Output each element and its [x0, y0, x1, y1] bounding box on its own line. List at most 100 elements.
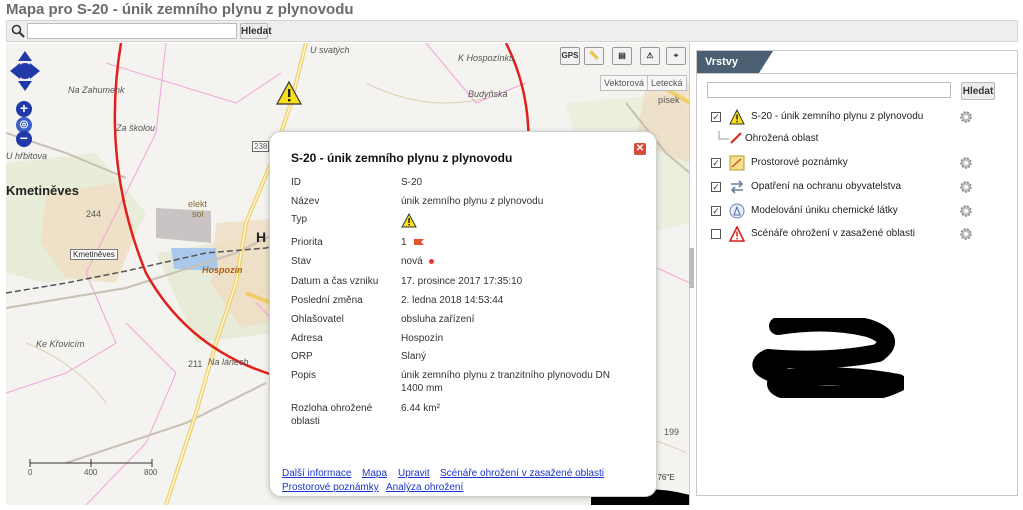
- layer-item-protection[interactable]: ✓ Opatření na ochranu obyvatelstva: [711, 179, 1001, 197]
- link-more-info[interactable]: Další informace: [282, 468, 351, 479]
- map-label: 244: [86, 209, 102, 219]
- row-value: Slaný: [401, 351, 427, 362]
- map-label: U hřbitova: [6, 151, 48, 161]
- row-value: obsluha zařízení: [401, 314, 475, 325]
- map-label: Budyňská: [468, 89, 508, 99]
- map-label: 211: [188, 359, 203, 369]
- close-icon[interactable]: ✕: [634, 143, 646, 155]
- row-value: únik zemního plynu z tranzitního plynovo…: [401, 370, 611, 394]
- layer-search-button[interactable]: Hledat: [961, 82, 995, 100]
- row-label: Název: [291, 196, 320, 207]
- row-label: Rozloha ohrožené oblasti: [291, 403, 373, 427]
- gear-icon[interactable]: [959, 227, 973, 241]
- row-label: Poslední změna: [291, 295, 363, 306]
- incident-warning-icon[interactable]: [276, 81, 302, 105]
- layer-item-chemical-model[interactable]: ✓ Modelování úniku chemické látky: [711, 203, 1001, 221]
- print-icon[interactable]: ▤: [612, 47, 632, 65]
- chemistry-icon: [729, 203, 745, 219]
- layer-item-threat-area[interactable]: Ohrožená oblast: [711, 131, 1001, 149]
- row-value: 1: [401, 236, 621, 249]
- layer-label: Modelování úniku chemické látky: [751, 205, 898, 216]
- link-edit[interactable]: Upravit: [398, 468, 430, 479]
- layer-label: Prostorové poznámky: [751, 157, 848, 168]
- layer-label: Scénáře ohrožení v zasažené oblasti: [751, 228, 915, 239]
- tab-layers[interactable]: Vrstvy: [697, 51, 773, 73]
- map-type-aerial[interactable]: Letecká: [647, 75, 687, 91]
- status-value: nová: [401, 256, 423, 267]
- popup-title: S-20 - únik zemního plynu z plynovodu: [291, 151, 513, 165]
- map-label: Kmetiněves: [6, 183, 79, 198]
- divider: [697, 73, 1017, 74]
- row-label: Stav: [291, 256, 312, 267]
- danger-icon: [729, 226, 745, 242]
- row-value: 6.44 km²: [401, 403, 440, 414]
- row-label: Ohlašovatel: [291, 314, 344, 325]
- link-map[interactable]: Mapa: [362, 468, 387, 479]
- search-input[interactable]: [27, 23, 237, 39]
- map-type-vector[interactable]: Vektorová: [600, 75, 649, 91]
- search-button[interactable]: Hledat: [240, 23, 272, 39]
- layer-checkbox[interactable]: ✓: [711, 206, 721, 216]
- layer-checkbox[interactable]: ✓: [711, 158, 721, 168]
- page-title: Mapa pro S-20 - únik zemního plynu z ply…: [6, 1, 354, 18]
- gear-icon[interactable]: [959, 204, 973, 218]
- layer-checkbox[interactable]: ✓: [711, 112, 721, 122]
- row-label: Datum a čas vzniku: [291, 276, 379, 287]
- map-label: H: [256, 229, 267, 245]
- layer-item-incident[interactable]: ✓ S-20 - únik zemního plynu z plynovodu: [711, 109, 1001, 127]
- warning-tool-icon[interactable]: ⚠: [640, 47, 660, 65]
- layer-checkbox[interactable]: ✓: [711, 182, 721, 192]
- layer-item-spatial-notes[interactable]: ✓ Prostorové poznámky: [711, 155, 1001, 173]
- layer-label: S-20 - únik zemního plynu z plynovodu: [751, 111, 924, 122]
- road-number: 238: [252, 141, 270, 152]
- line-icon: [730, 132, 742, 144]
- layer-checkbox[interactable]: [711, 229, 721, 239]
- incident-popup: S-20 - únik zemního plynu z plynovodu ✕ …: [269, 131, 657, 497]
- row-label: Adresa: [291, 333, 323, 344]
- layer-search-input[interactable]: [707, 82, 951, 98]
- map-label: Ke Křovicím: [36, 339, 85, 349]
- gear-icon[interactable]: [959, 180, 973, 194]
- town-label: Kmetiněves: [70, 249, 118, 260]
- search-icon: [11, 24, 25, 38]
- gear-icon[interactable]: [959, 156, 973, 170]
- pan-control[interactable]: [10, 51, 40, 91]
- gps-button[interactable]: GPS: [560, 47, 580, 65]
- splitter-handle[interactable]: [689, 248, 694, 288]
- row-value: Hospozín: [401, 333, 444, 344]
- row-value: nová: [401, 255, 621, 268]
- scale-label: 400: [84, 468, 98, 477]
- crosshair-icon[interactable]: ⌖: [666, 47, 686, 65]
- link-spatial-notes[interactable]: Prostorové poznámky: [282, 482, 379, 493]
- redaction-scribble: [752, 318, 904, 398]
- gear-icon[interactable]: [959, 110, 973, 124]
- link-threat-analysis[interactable]: Analýza ohrožení: [386, 482, 463, 493]
- layer-label: Ohrožená oblast: [745, 133, 819, 144]
- row-label: ID: [291, 177, 301, 188]
- scale-label: 0: [28, 468, 33, 477]
- link-scenarios[interactable]: Scénáře ohrožení v zasažené oblasti: [440, 468, 604, 479]
- layer-item-scenarios[interactable]: Scénáře ohrožení v zasažené oblasti: [711, 226, 1001, 244]
- map-label: elekt: [188, 199, 208, 209]
- warning-icon: [401, 212, 417, 228]
- measure-icon[interactable]: 📏: [584, 47, 604, 65]
- map-label: U svatých: [310, 45, 350, 55]
- row-value: [401, 212, 621, 232]
- arrows-icon: [730, 180, 744, 194]
- map-label: 199: [664, 427, 680, 437]
- map-label: Na lánech: [208, 357, 249, 367]
- warning-icon: [729, 109, 745, 125]
- map-label: Hospozín: [202, 265, 243, 275]
- zoom-in-button[interactable]: +: [16, 101, 32, 117]
- row-label: Popis: [291, 370, 317, 381]
- scale-label: 800: [144, 468, 158, 477]
- notes-icon: [729, 155, 745, 171]
- row-label: Priorita: [291, 237, 323, 248]
- row-label: Typ: [291, 214, 308, 225]
- map-label: Za školou: [116, 123, 156, 133]
- map-label: písek: [658, 95, 680, 105]
- zoom-out-button[interactable]: −: [16, 131, 32, 147]
- layers-panel: Vrstvy Hledat ✓ S-20 - únik zemního plyn…: [696, 50, 1018, 496]
- map-label: sol: [192, 209, 204, 219]
- map-label: Na Zahumenk: [68, 85, 125, 95]
